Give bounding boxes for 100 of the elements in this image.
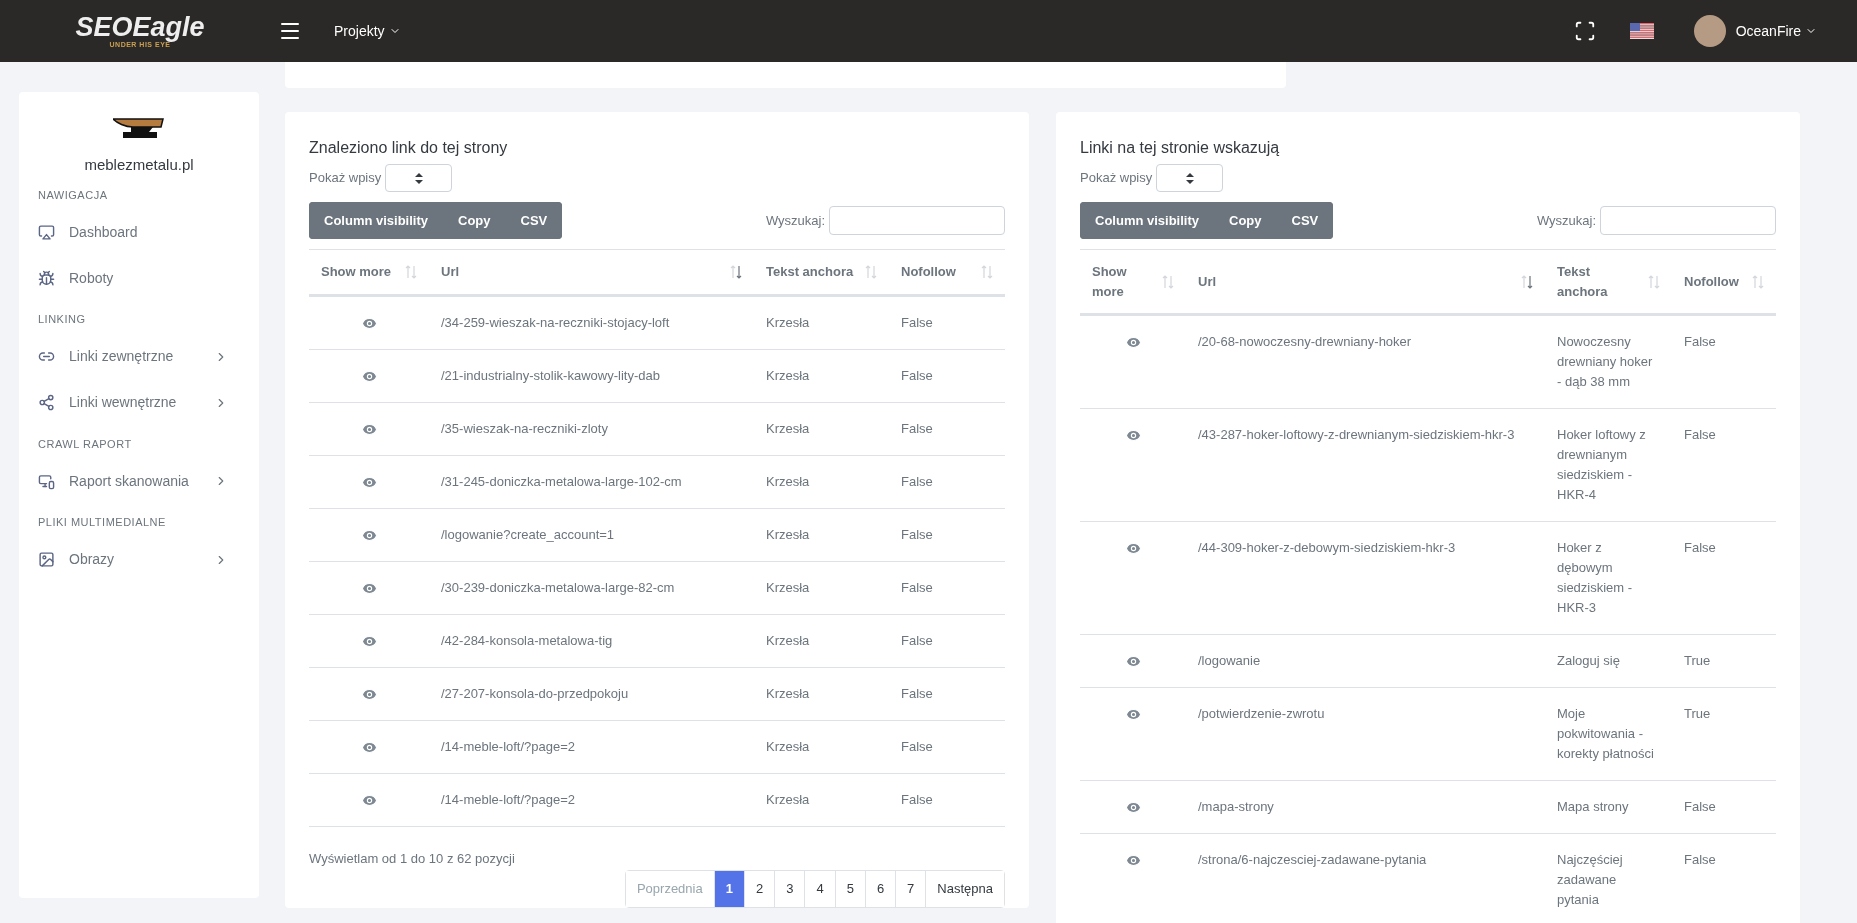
column-label: Url <box>441 263 460 281</box>
search-label: Wyszukaj: <box>765 211 825 230</box>
monitor-icon <box>38 472 55 490</box>
column-label: Tekst anchora <box>1557 263 1609 301</box>
item-label: Dashboard <box>69 222 139 242</box>
table-cell: False <box>889 720 1005 773</box>
page-button[interactable]: Następna <box>925 871 1004 907</box>
table-cell: Nowoczesny drewniany hoker - dąb 38 mm <box>1545 314 1672 409</box>
image-icon <box>38 551 55 568</box>
flag-icon[interactable] <box>1629 23 1654 39</box>
table-cell: False <box>889 402 1005 455</box>
table-cell: Krzesła <box>754 773 889 826</box>
table-cell: /27-207-konsola-do-przedpokoju <box>429 667 754 720</box>
column-label: Show more <box>1092 263 1128 301</box>
table-cell: False <box>889 561 1005 614</box>
projects-menu[interactable]: Projekty <box>334 20 401 42</box>
column-header[interactable]: Nofollow <box>889 249 1005 295</box>
table-cell: Krzesła <box>754 508 889 561</box>
table-cell: Krzesła <box>754 614 889 667</box>
table-cell: /14-meble-loft/?page=2 <box>429 773 754 826</box>
table-cell: True <box>1672 634 1776 688</box>
site-name: meblezmetalu.pl <box>84 155 194 175</box>
table-cell: /30-239-doniczka-metalowa-large-82-cm <box>429 561 754 614</box>
card-title: Linki na tej stronie wskazują <box>1080 138 1281 158</box>
table-cell: /34-259-wieszak-na-reczniki-stojacy-loft <box>429 295 754 349</box>
table-cell: Zaloguj się <box>1545 634 1672 688</box>
column-header[interactable]: Url <box>429 249 754 295</box>
table-cell: /31-245-doniczka-metalowa-large-102-cm <box>429 455 754 508</box>
sidebar-item[interactable]: Linki wewnętrzne <box>38 379 240 426</box>
table-cell: /43-287-hoker-loftowy-z-drewnianym-siedziskiem-hkr-3 <box>1186 408 1545 522</box>
show-entries-label: Pokaż wpisy <box>309 169 382 188</box>
entries-select[interactable] <box>385 164 453 192</box>
table-cell: /potwierdzenie-zwrotu <box>1186 687 1545 781</box>
monitor-icon <box>38 223 55 241</box>
show-entries-label: Pokaż wpisy <box>1080 169 1153 188</box>
search-field[interactable] <box>1600 206 1776 235</box>
item-label: Raport skanowania <box>69 471 190 491</box>
search-label: Wyszukaj: <box>1536 211 1596 230</box>
column-label: Tekst anchora <box>766 263 854 281</box>
sidebar-item[interactable]: Dashboard <box>38 209 240 255</box>
table-cell: /strona/6-najczesciej-zadawane-pytania <box>1186 833 1545 923</box>
column-label: Nofollow <box>1684 272 1739 291</box>
table-cell: Krzesła <box>754 561 889 614</box>
section-heading: NAWIGACJA <box>38 187 109 203</box>
column-header[interactable]: Show more <box>309 249 429 295</box>
column-header[interactable]: Url <box>1186 249 1545 315</box>
table-cell: False <box>889 614 1005 667</box>
table-cell: /logowanie?create_account=1 <box>429 508 754 561</box>
table-cell: /21-industrialny-stolik-kawowy-lity-dab <box>429 349 754 402</box>
table-cell: /35-wieszak-na-reczniki-zloty <box>429 402 754 455</box>
table-cell: Hoker loftowy z drewnianym siedziskiem - HKR-4 <box>1545 408 1672 522</box>
column-header[interactable]: Tekst anchora <box>754 249 889 295</box>
table-cell: /42-284-konsola-metalowa-tig <box>429 614 754 667</box>
sidebar-item[interactable]: Raport skanowania <box>38 458 240 504</box>
select-arrows-icon <box>1185 172 1194 184</box>
user-menu[interactable]: OceanFire <box>1735 20 1817 42</box>
table-cell: Krzesła <box>754 720 889 773</box>
table-cell: /44-309-hoker-z-debowym-siedziskiem-hkr-3 <box>1186 521 1545 635</box>
page-button[interactable]: 1 <box>713 871 744 907</box>
sidebar-item[interactable]: Linki zewnętrzne <box>38 333 240 380</box>
table-cell: Krzesła <box>754 402 889 455</box>
avatar[interactable] <box>1693 15 1726 47</box>
table-cell: False <box>889 773 1005 826</box>
sidebar-item[interactable]: Obrazy <box>38 536 240 583</box>
table-cell: False <box>1672 314 1776 409</box>
table-cell: False <box>1672 408 1776 522</box>
section-heading: PLIKI MULTIMEDIALNE <box>38 515 167 530</box>
select-arrows-icon <box>414 172 423 184</box>
table-cell: /20-68-nowoczesny-drewniany-hoker <box>1186 314 1545 409</box>
table-cell: False <box>889 508 1005 561</box>
search-field[interactable] <box>829 206 1005 235</box>
column-header[interactable]: Show more <box>1080 249 1186 315</box>
column-label: Nofollow <box>901 263 956 281</box>
table-cell: True <box>1672 687 1776 781</box>
table-cell: Hoker z dębowym siedziskiem - HKR-3 <box>1545 521 1672 635</box>
fullscreen-icon[interactable] <box>1573 20 1596 42</box>
item-label: Obrazy <box>69 550 116 569</box>
column-header[interactable]: Tekst anchora <box>1545 249 1672 315</box>
item-label: Linki wewnętrzne <box>69 393 178 412</box>
table-cell: False <box>889 295 1005 349</box>
table-cell: False <box>889 455 1005 508</box>
table-cell: Krzesła <box>754 455 889 508</box>
column-header[interactable]: Nofollow <box>1672 249 1776 315</box>
sidebar-item[interactable]: Roboty <box>38 255 240 301</box>
table-cell: False <box>1672 833 1776 923</box>
table-cell: Krzesła <box>754 349 889 402</box>
anvil-logo-icon <box>113 116 165 140</box>
table-cell: /mapa-strony <box>1186 780 1545 834</box>
table-cell: /14-meble-loft/?page=2 <box>429 720 754 773</box>
table-cell: Krzesła <box>754 667 889 720</box>
table-cell: False <box>1672 521 1776 635</box>
share-icon <box>38 394 55 411</box>
table-cell: False <box>889 349 1005 402</box>
column-label: Show more <box>321 263 392 281</box>
section-heading: CRAWL RAPORT <box>38 436 133 452</box>
table-cell: Najczęściej zadawane pytania <box>1545 833 1672 923</box>
entries-select[interactable] <box>1156 164 1224 192</box>
item-label: Roboty <box>69 268 115 288</box>
column-label: Url <box>1198 272 1217 291</box>
table-cell: Mapa strony <box>1545 780 1672 834</box>
